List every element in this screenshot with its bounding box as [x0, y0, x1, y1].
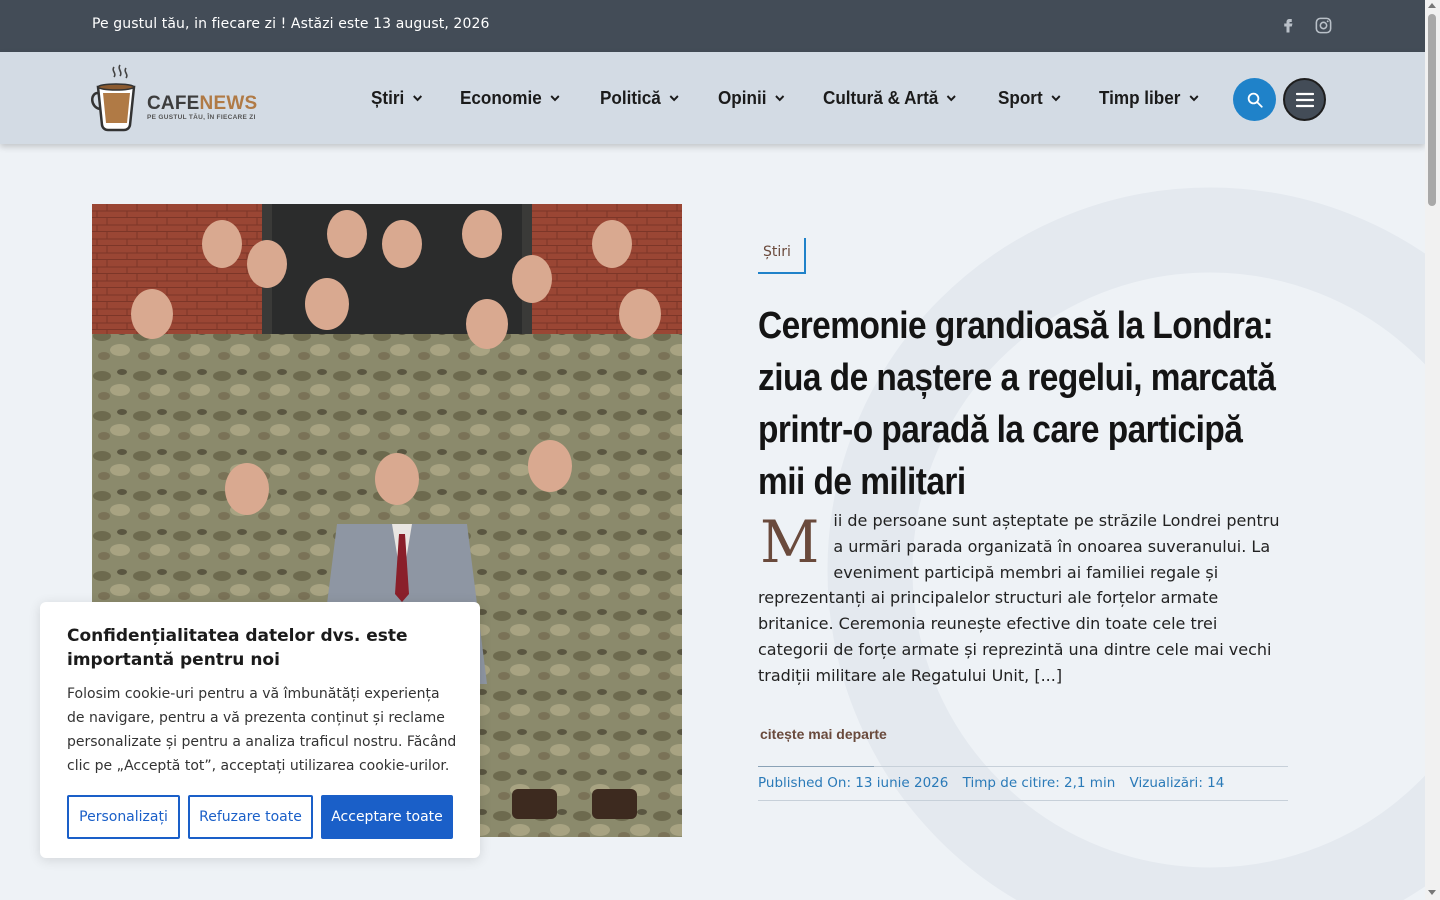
chevron-down-icon — [413, 95, 423, 102]
chevron-down-icon — [550, 95, 560, 102]
main-nav: Știri Economie Politică Opinii Cultură &… — [371, 86, 1239, 110]
customize-button[interactable]: Personalizați — [67, 795, 180, 839]
top-tagline: Pe gustul tău, in fiecare zi ! Astăzi es… — [92, 16, 490, 32]
reject-all-button[interactable]: Refuzare toate — [188, 795, 313, 839]
scroll-down-arrow-icon[interactable] — [1428, 890, 1436, 895]
cookie-title: Confidențialitatea datelor dvs. este imp… — [67, 626, 408, 670]
chevron-down-icon — [1051, 95, 1061, 102]
reading-time: Timp de citire: 2,1 min — [962, 775, 1116, 791]
nav-item-timp-liber[interactable]: Timp liber — [1099, 86, 1199, 110]
chevron-down-icon — [669, 95, 679, 102]
page-scrollbar[interactable] — [1425, 0, 1440, 900]
scrollbar-thumb[interactable] — [1428, 14, 1436, 206]
chevron-down-icon — [775, 95, 785, 102]
cookie-consent-dialog: Confidențialitatea datelor dvs. este imp… — [40, 602, 480, 858]
category-tag[interactable]: Știri — [758, 238, 806, 274]
article-meta: Published On: 13 iunie 2026 Timp de citi… — [758, 775, 1234, 791]
nav-item-stiri[interactable]: Știri — [371, 86, 423, 110]
chevron-down-icon — [1189, 95, 1199, 102]
view-count: Vizualizări: 14 — [1129, 775, 1225, 791]
dropcap-letter: M — [760, 508, 820, 576]
facebook-icon[interactable] — [1279, 16, 1299, 36]
meta-divider — [758, 800, 1288, 801]
article-excerpt: Mii de persoane sunt așteptate pe străzi… — [758, 508, 1288, 689]
hamburger-icon — [1295, 92, 1314, 107]
site-header: CAFENEWS PE GUSTUL TĂU, ÎN FIECARE ZI Șt… — [0, 52, 1425, 144]
nav-item-sport[interactable]: Sport — [998, 86, 1062, 110]
search-button[interactable] — [1233, 78, 1276, 121]
chevron-down-icon — [947, 95, 957, 102]
published-date: Published On: 13 iunie 2026 — [758, 775, 949, 791]
search-icon — [1247, 92, 1263, 108]
excerpt-text: ii de persoane sunt așteptate pe străzil… — [758, 511, 1280, 685]
accept-all-button[interactable]: Acceptare toate — [321, 795, 453, 839]
cookie-text: Folosim cookie-uri pentru a vă îmbunătăț… — [67, 686, 457, 774]
read-more-link[interactable]: citește mai departe — [760, 726, 887, 742]
scroll-up-arrow-icon[interactable] — [1428, 3, 1436, 8]
site-logo[interactable]: CAFENEWS PE GUSTUL TĂU, ÎN FIECARE ZI — [90, 63, 260, 133]
instagram-icon[interactable] — [1314, 16, 1334, 36]
nav-item-opinii[interactable]: Opinii — [718, 86, 785, 110]
coffee-cup-icon — [91, 64, 136, 132]
meta-divider — [758, 766, 1288, 767]
article-title[interactable]: Ceremonie grandioasă la Londra: ziua de … — [758, 300, 1297, 508]
nav-item-economie[interactable]: Economie — [460, 86, 561, 110]
menu-button[interactable] — [1283, 78, 1326, 121]
logo-wordmark: CAFENEWS — [147, 93, 258, 114]
nav-item-cultura-arta[interactable]: Cultură & Artă — [823, 86, 957, 110]
logo-slogan: PE GUSTUL TĂU, ÎN FIECARE ZI — [147, 114, 256, 121]
top-bar: Pe gustul tău, in fiecare zi ! Astăzi es… — [0, 0, 1425, 52]
nav-item-politica[interactable]: Politică — [600, 86, 680, 110]
